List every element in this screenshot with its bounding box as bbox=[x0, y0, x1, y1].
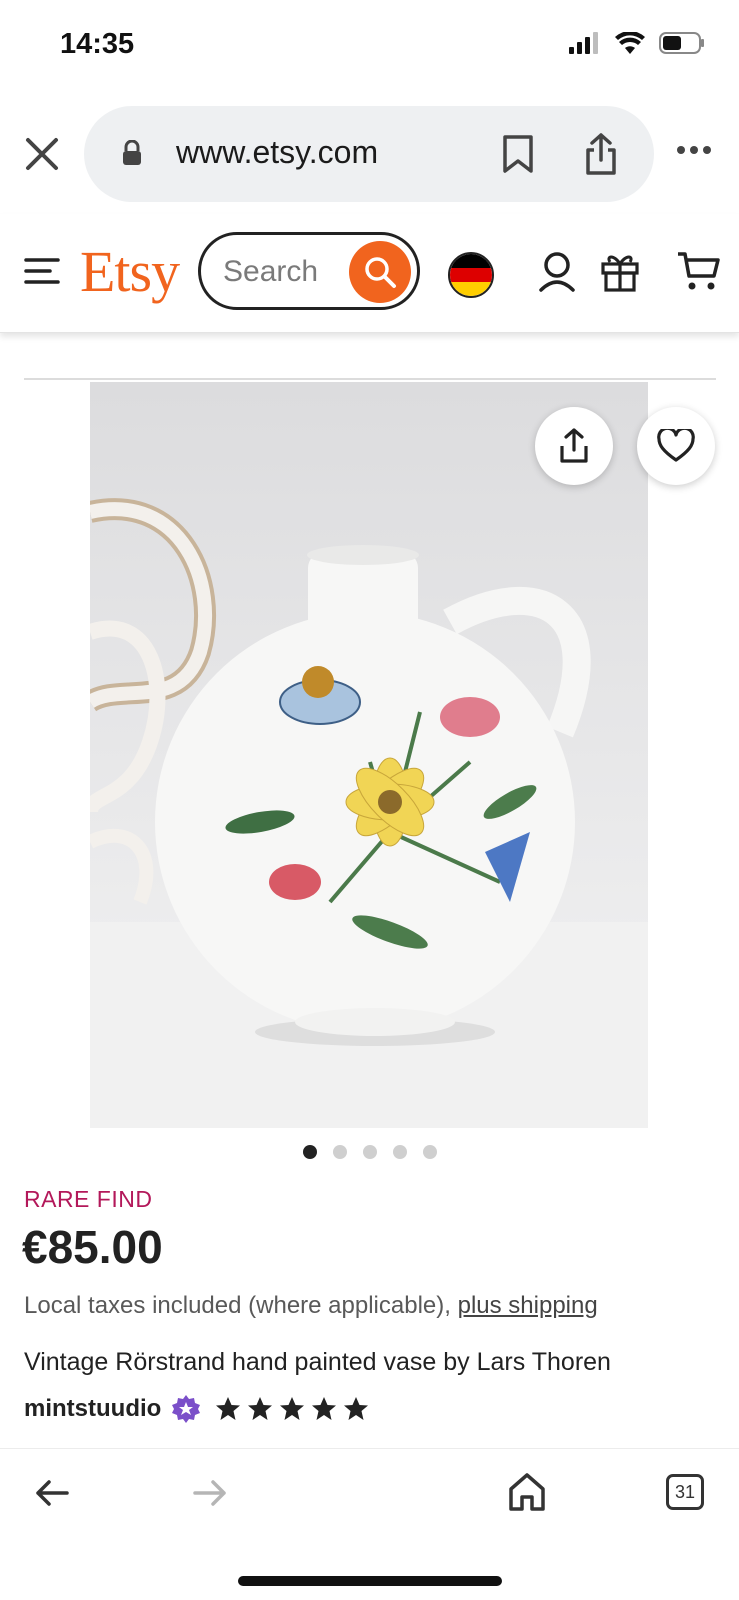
rating-stars[interactable] bbox=[215, 1396, 369, 1422]
account-icon[interactable] bbox=[538, 250, 576, 294]
home-indicator bbox=[238, 1576, 502, 1586]
close-icon[interactable] bbox=[22, 134, 62, 174]
battery-icon bbox=[659, 32, 704, 54]
status-bar: 14:35 bbox=[0, 0, 739, 96]
rare-find-badge: RARE FIND bbox=[24, 1186, 153, 1212]
browser-bottom-nav: 31 bbox=[0, 1452, 739, 1542]
search-button[interactable] bbox=[349, 241, 411, 303]
pagination-dot[interactable] bbox=[362, 1145, 377, 1159]
vase-photo bbox=[90, 382, 648, 1128]
home-icon[interactable] bbox=[508, 1472, 546, 1512]
pagination-dot[interactable] bbox=[302, 1145, 317, 1159]
browser-bar: www.etsy.com bbox=[0, 100, 739, 208]
shop-name[interactable]: mintstuudio bbox=[24, 1395, 161, 1423]
heart-icon bbox=[657, 429, 695, 462]
germany-flag-icon[interactable] bbox=[448, 252, 494, 298]
tax-info: Local taxes included (where applicable),… bbox=[24, 1292, 598, 1320]
share-icon[interactable] bbox=[584, 132, 618, 176]
back-arrow-icon[interactable] bbox=[34, 1478, 70, 1508]
address-bar[interactable]: www.etsy.com bbox=[84, 106, 654, 202]
star-icon bbox=[280, 1397, 305, 1420]
menu-icon[interactable] bbox=[24, 256, 60, 286]
search-input[interactable]: Search bbox=[198, 232, 420, 310]
price: €85.00 bbox=[22, 1221, 163, 1273]
bookmark-icon[interactable] bbox=[502, 134, 534, 174]
cellular-signal-icon bbox=[569, 32, 598, 54]
favorite-button[interactable] bbox=[637, 407, 715, 485]
image-share-button[interactable] bbox=[535, 407, 613, 485]
gift-icon[interactable] bbox=[600, 250, 640, 292]
lock-icon bbox=[123, 140, 141, 165]
url-text: www.etsy.com bbox=[176, 134, 379, 170]
star-icon bbox=[248, 1397, 273, 1420]
etsy-header: Etsy Search bbox=[0, 214, 739, 333]
shop-row: mintstuudio bbox=[24, 1394, 369, 1424]
search-placeholder: Search bbox=[223, 255, 319, 288]
pagination-dot[interactable] bbox=[422, 1145, 437, 1159]
star-icon bbox=[344, 1397, 369, 1420]
tabs-button[interactable]: 31 bbox=[666, 1474, 704, 1510]
gallery-pagination bbox=[0, 1145, 739, 1159]
bottom-separator bbox=[0, 1448, 739, 1449]
status-icons bbox=[569, 32, 705, 54]
listing-image[interactable] bbox=[90, 382, 648, 1128]
etsy-logo[interactable]: Etsy bbox=[80, 238, 180, 305]
pagination-dot[interactable] bbox=[332, 1145, 347, 1159]
star-icon bbox=[312, 1397, 337, 1420]
status-time: 14:35 bbox=[60, 28, 135, 60]
shipping-link[interactable]: plus shipping bbox=[458, 1292, 598, 1319]
section-divider bbox=[24, 378, 716, 380]
cart-icon[interactable] bbox=[676, 250, 720, 292]
search-icon bbox=[365, 257, 396, 288]
wifi-icon bbox=[615, 32, 645, 54]
star-icon bbox=[216, 1397, 241, 1420]
more-icon[interactable] bbox=[676, 144, 712, 156]
forward-arrow-icon[interactable] bbox=[192, 1478, 228, 1508]
tax-text: Local taxes included (where applicable), bbox=[24, 1292, 458, 1319]
listing-title: Vintage Rörstrand hand painted vase by L… bbox=[24, 1348, 611, 1376]
star-seller-badge-icon bbox=[172, 1395, 201, 1423]
share-icon bbox=[560, 428, 588, 463]
pagination-dot[interactable] bbox=[392, 1145, 407, 1159]
